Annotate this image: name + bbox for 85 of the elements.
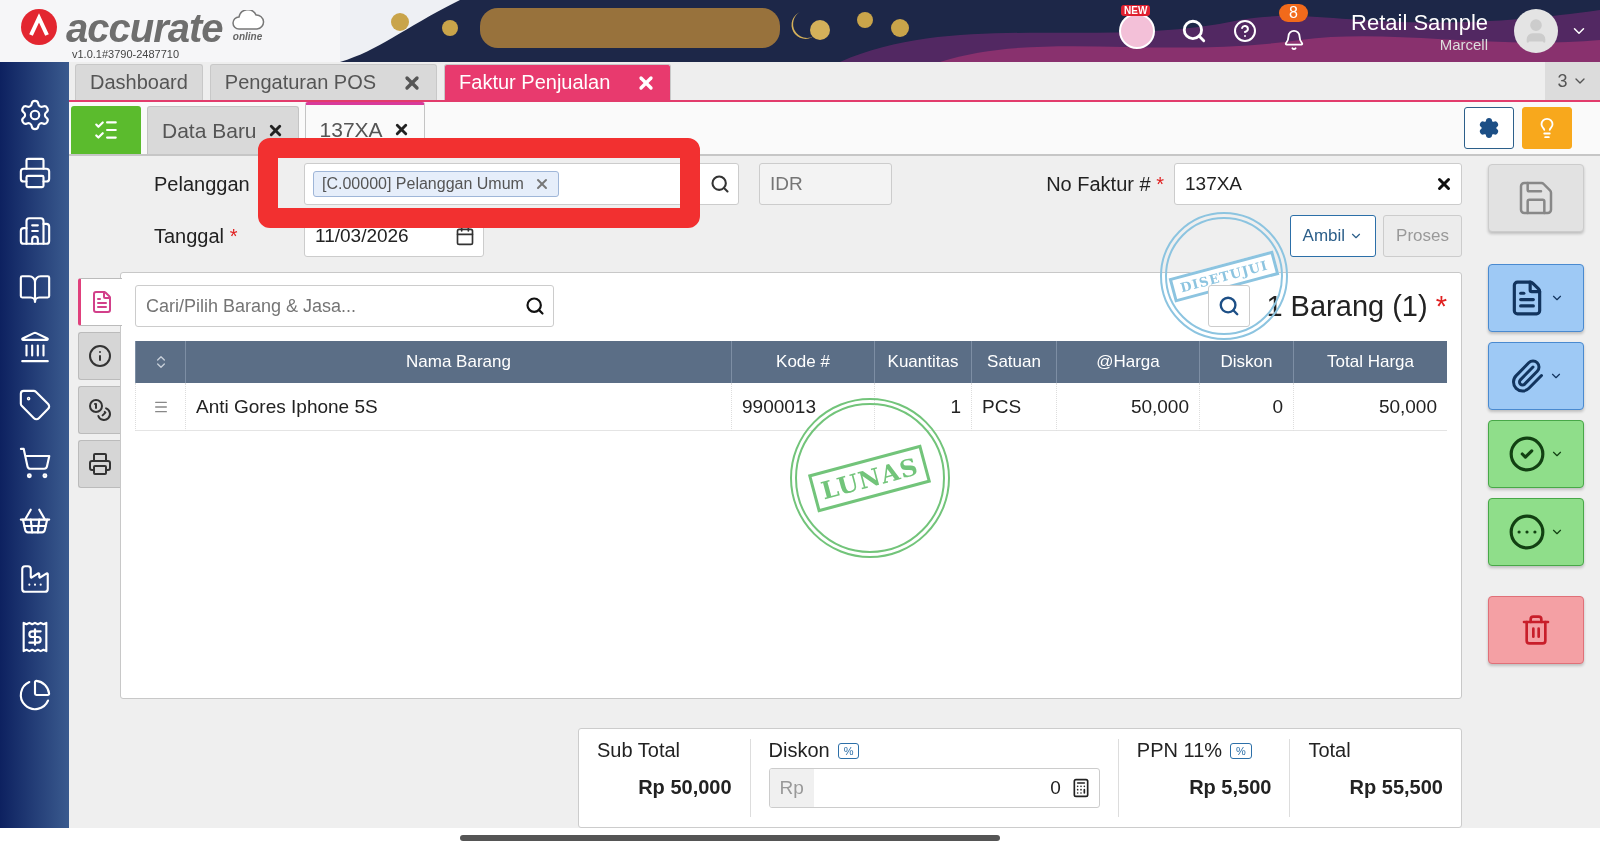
discount-input[interactable]: 0 (813, 776, 1063, 800)
summary-value: Rp 5,500 (1189, 776, 1272, 799)
ellipsis-icon (1508, 513, 1546, 551)
percent-toggle[interactable]: % (1230, 742, 1252, 759)
logo-subtitle: online (232, 31, 263, 42)
currency-addon: Rp (769, 769, 814, 807)
invoice-field[interactable]: 137XA (1174, 163, 1462, 205)
currency-field[interactable]: IDR (759, 163, 892, 205)
customer-chip[interactable]: [C.00000] Pelanggan Umum (313, 171, 559, 197)
percent-toggle[interactable]: % (837, 742, 860, 759)
table-cell: PCS (971, 383, 1056, 431)
save-button[interactable] (1488, 164, 1584, 232)
cloud-icon (230, 10, 265, 30)
table-cell: Anti Gores Iphone 5S (185, 383, 731, 431)
bell-icon[interactable] (1283, 29, 1306, 51)
approve-button[interactable] (1488, 420, 1584, 488)
user-name: Marcell (1439, 35, 1488, 53)
search-input[interactable]: Cari/Pilih Barang & Jasa... (144, 294, 525, 318)
more-button[interactable] (1488, 498, 1584, 566)
logo-text: accurate (66, 8, 223, 48)
printer-icon[interactable] (17, 156, 52, 190)
tab-overflow-button[interactable]: 3 (1545, 62, 1600, 100)
version-text: v1.0.1#3790-2487710 (72, 48, 181, 60)
tab[interactable]: Pengaturan POS (209, 64, 438, 100)
gear-icon (1478, 117, 1500, 139)
summary-label: Sub Total (597, 739, 681, 762)
coins-icon (87, 398, 112, 422)
side-tab[interactable] (78, 440, 120, 488)
table-cell: 0 (1199, 383, 1293, 431)
attach-button[interactable] (1488, 342, 1584, 410)
check-circle-icon (1508, 435, 1546, 473)
summary-label: PPN 11% (1136, 739, 1223, 762)
table-cell: 50,000 (1293, 383, 1447, 431)
side-tab[interactable] (78, 278, 122, 326)
settings-button[interactable] (1464, 107, 1514, 149)
summary-value: Rp 55,500 (1349, 776, 1443, 799)
column-header[interactable]: Kuantitas (874, 341, 971, 383)
column-header[interactable]: Nama Barang (185, 341, 731, 383)
item-search-field[interactable]: Cari/Pilih Barang & Jasa... (135, 285, 554, 327)
clear-icon[interactable] (1435, 175, 1453, 193)
building-icon[interactable] (17, 214, 52, 248)
trash-icon (1520, 614, 1552, 646)
paperclip-icon (1509, 358, 1545, 394)
delete-button[interactable] (1488, 596, 1584, 664)
column-header[interactable]: Satuan (971, 341, 1056, 383)
column-header[interactable]: Kode # (731, 341, 874, 383)
book-icon[interactable] (17, 272, 52, 306)
side-tab[interactable] (78, 386, 120, 434)
new-badge: NEW (1121, 5, 1151, 16)
tab[interactable]: Data Baru (147, 106, 299, 154)
pie-chart-icon[interactable] (17, 678, 52, 712)
field-label: Tanggal * (154, 224, 239, 248)
invoice-input[interactable]: 137XA (1183, 172, 1435, 196)
printer-icon (87, 452, 112, 476)
customer-field[interactable]: [C.00000] Pelanggan Umum (304, 163, 739, 205)
print-button[interactable] (1488, 264, 1584, 332)
summary-value: Rp 50,000 (638, 776, 732, 799)
summary-label: Total (1308, 739, 1351, 762)
discount-field[interactable]: Rp 0 (768, 768, 1100, 808)
summary-label: Diskon (768, 739, 830, 762)
date-input[interactable]: 11/03/2026 (313, 224, 455, 248)
logo-icon (20, 8, 58, 46)
table-cell: 50,000 (1056, 383, 1199, 431)
company-name: Retail Sample (1351, 9, 1488, 36)
info-icon (87, 344, 112, 368)
search-icon[interactable] (525, 296, 545, 316)
column-header[interactable]: Total Harga (1293, 341, 1447, 383)
table-cell: 9900013 (731, 383, 874, 431)
field-label: Pelanggan (154, 172, 251, 196)
help-icon[interactable] (1233, 19, 1258, 43)
side-tab[interactable] (78, 332, 120, 380)
search-icon[interactable] (710, 174, 730, 194)
cart-icon[interactable] (17, 446, 52, 480)
search-icon (1218, 295, 1241, 317)
tag-icon[interactable] (17, 388, 52, 422)
column-header[interactable]: @Harga (1056, 341, 1199, 383)
take-button[interactable]: Ambil (1289, 215, 1377, 257)
search-icon[interactable] (1181, 18, 1208, 44)
tab[interactable]: Faktur Penjualan (444, 64, 672, 100)
column-header[interactable]: Diskon (1199, 341, 1293, 383)
table-cell: 1 (874, 383, 971, 431)
field-label: No Faktur # * (1046, 172, 1164, 196)
calendar-icon[interactable] (455, 226, 475, 246)
tab[interactable]: Dashboard (75, 64, 203, 100)
notification-badge: 8 (1279, 4, 1308, 22)
